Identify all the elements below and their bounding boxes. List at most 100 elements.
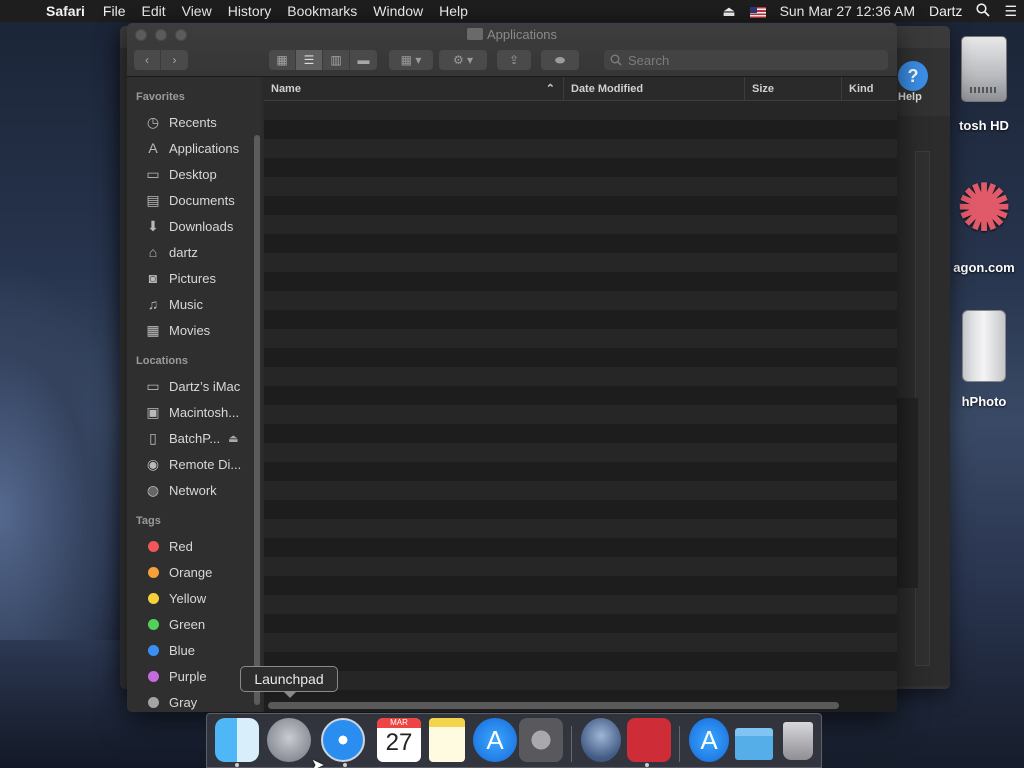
- dock-safari-icon[interactable]: [321, 718, 365, 762]
- tag-yellow-dot-icon: [148, 592, 159, 604]
- dock-parallels-icon[interactable]: [627, 718, 671, 762]
- icon-view-button[interactable]: ▦: [269, 50, 296, 70]
- desktop-icon-label: agon.com: [953, 260, 1015, 275]
- dock-app-store-icon[interactable]: A: [473, 718, 517, 762]
- atom-icon: ✺: [957, 172, 1011, 244]
- sidebar-item-macintosh-hd[interactable]: ▣ Macintosh...: [127, 399, 261, 425]
- empty-rows: [264, 101, 897, 698]
- spotlight-search-icon[interactable]: [969, 2, 997, 20]
- sidebar-item-tag-yellow[interactable]: Yellow: [127, 585, 261, 611]
- sidebar-item-tag-red[interactable]: Red: [127, 533, 261, 559]
- view-mode-control: ▦ ☰ ▥ ▬: [269, 50, 377, 70]
- tag-green-dot-icon: [148, 618, 159, 630]
- search-icon: [610, 54, 622, 66]
- dock-launchpad-icon[interactable]: [267, 718, 311, 762]
- menu-window[interactable]: Window: [365, 3, 431, 19]
- sidebar-item-pictures[interactable]: ◙ Pictures: [127, 265, 261, 291]
- share-button[interactable]: ⇪: [497, 50, 531, 70]
- input-source-flag-icon[interactable]: [743, 3, 773, 19]
- notification-center-icon[interactable]: ☰: [997, 3, 1024, 20]
- sidebar-item-movies[interactable]: ▦ Movies: [127, 317, 261, 343]
- dock-app-store-download-icon[interactable]: A: [689, 718, 729, 762]
- calendar-month: MAR: [377, 718, 421, 728]
- desktop-icon-batchphoto[interactable]: hPhoto: [944, 310, 1024, 409]
- sidebar-scrollbar[interactable]: [254, 135, 260, 705]
- running-indicator: [235, 763, 239, 767]
- dock-separator: [571, 726, 572, 762]
- eject-icon[interactable]: ⏏: [715, 3, 742, 20]
- horizontal-scrollbar[interactable]: [268, 702, 839, 709]
- dock-folder-icon[interactable]: [735, 728, 773, 760]
- desktop-icon: ▭: [146, 165, 160, 182]
- eject-icon[interactable]: ⏏: [228, 432, 238, 445]
- sidebar-section-locations: Locations: [136, 355, 188, 367]
- desktop-icon-hard-drive[interactable]: tosh HD: [944, 36, 1024, 133]
- forward-button[interactable]: ›: [161, 50, 188, 70]
- menu-help[interactable]: Help: [431, 3, 476, 19]
- mouse-cursor-icon: ➤: [311, 757, 325, 768]
- dock-system-preferences-icon[interactable]: [519, 718, 563, 762]
- globe-icon: ◍: [146, 481, 160, 498]
- back-button[interactable]: ‹: [134, 50, 161, 70]
- file-list[interactable]: Name ⌃ Date Modified Size Kind: [264, 77, 897, 712]
- sidebar-item-desktop[interactable]: ▭ Desktop: [127, 161, 261, 187]
- sidebar-item-music[interactable]: ♫ Music: [127, 291, 261, 317]
- desktop-icon-web-link[interactable]: ✺ agon.com: [944, 168, 1024, 275]
- menu-view[interactable]: View: [174, 3, 220, 19]
- sidebar-item-batchphoto[interactable]: ▯ BatchP... ⏏: [127, 425, 261, 451]
- sidebar-item-imac[interactable]: ▭ Dartz’s iMac: [127, 373, 261, 399]
- gallery-view-button[interactable]: ▬: [350, 50, 377, 70]
- tag-button[interactable]: ⬬: [541, 50, 579, 70]
- dock: MAR 27 A A: [206, 713, 822, 768]
- menu-edit[interactable]: Edit: [133, 3, 173, 19]
- column-header-kind[interactable]: Kind: [842, 77, 897, 100]
- sidebar-item-downloads[interactable]: ⬇ Downloads: [127, 213, 261, 239]
- user-menu[interactable]: Dartz: [922, 3, 969, 19]
- hard-drive-icon: [961, 36, 1007, 102]
- applications-icon: A: [148, 140, 158, 156]
- clock-icon: ◷: [146, 113, 160, 130]
- window-title: Applications: [127, 27, 897, 42]
- sidebar-item-recents[interactable]: ◷ Recents: [127, 109, 261, 135]
- dock-utility-icon[interactable]: [581, 718, 621, 762]
- menu-app-name[interactable]: Safari: [42, 3, 95, 19]
- tag-blue-dot-icon: [148, 644, 159, 656]
- dock-calendar-icon[interactable]: MAR 27: [377, 718, 421, 762]
- sidebar-item-network[interactable]: ◍ Network: [127, 477, 261, 503]
- column-header-name[interactable]: Name ⌃: [264, 77, 564, 100]
- search-field[interactable]: Search: [604, 50, 888, 70]
- group-by-button[interactable]: ▦ ▾: [389, 50, 433, 70]
- column-view-button[interactable]: ▥: [323, 50, 350, 70]
- sidebar-item-applications[interactable]: A Applications: [127, 135, 261, 161]
- computer-icon: ▭: [146, 377, 160, 394]
- clock-datetime[interactable]: Sun Mar 27 12:36 AM: [773, 3, 922, 19]
- dock-finder-icon[interactable]: [215, 718, 259, 762]
- menu-bookmarks[interactable]: Bookmarks: [279, 3, 365, 19]
- sidebar-item-tag-blue[interactable]: Blue: [127, 637, 261, 663]
- dock-notes-icon[interactable]: [429, 718, 465, 762]
- menu-history[interactable]: History: [220, 3, 280, 19]
- title-bar[interactable]: Applications ‹ › ▦ ☰ ▥ ▬ ▦ ▾ ⚙ ▾ ⇪ ⬬ Sea…: [127, 23, 897, 77]
- sidebar: Favorites ◷ Recents A Applications ▭ Deskto…: [127, 77, 261, 712]
- sidebar-item-tag-green[interactable]: Green: [127, 611, 261, 637]
- sidebar-item-tag-gray[interactable]: Gray: [127, 689, 261, 712]
- sidebar-item-home[interactable]: ⌂ dartz: [127, 239, 261, 265]
- menu-file[interactable]: File: [95, 3, 134, 19]
- column-header-size[interactable]: Size: [745, 77, 842, 100]
- sidebar-item-remote-disc[interactable]: ◉ Remote Di...: [127, 451, 261, 477]
- search-placeholder: Search: [628, 52, 670, 68]
- running-indicator: [645, 763, 649, 767]
- dock-trash-icon[interactable]: [783, 722, 813, 760]
- list-view-button[interactable]: ☰: [296, 50, 323, 70]
- sidebar-item-documents[interactable]: ▤ Documents: [127, 187, 261, 213]
- sidebar-item-tag-orange[interactable]: Orange: [127, 559, 261, 585]
- action-gear-button[interactable]: ⚙ ▾: [439, 50, 487, 70]
- column-header-date-modified[interactable]: Date Modified: [564, 77, 745, 100]
- camera-icon: ◙: [148, 270, 158, 286]
- help-icon[interactable]: ?: [898, 61, 928, 91]
- sidebar-section-tags: Tags: [136, 515, 161, 527]
- finder-window: Applications ‹ › ▦ ☰ ▥ ▬ ▦ ▾ ⚙ ▾ ⇪ ⬬ Sea…: [127, 23, 897, 712]
- home-icon: ⌂: [148, 244, 158, 260]
- calendar-day: 27: [385, 729, 413, 756]
- back-forward-control: ‹ ›: [134, 50, 188, 70]
